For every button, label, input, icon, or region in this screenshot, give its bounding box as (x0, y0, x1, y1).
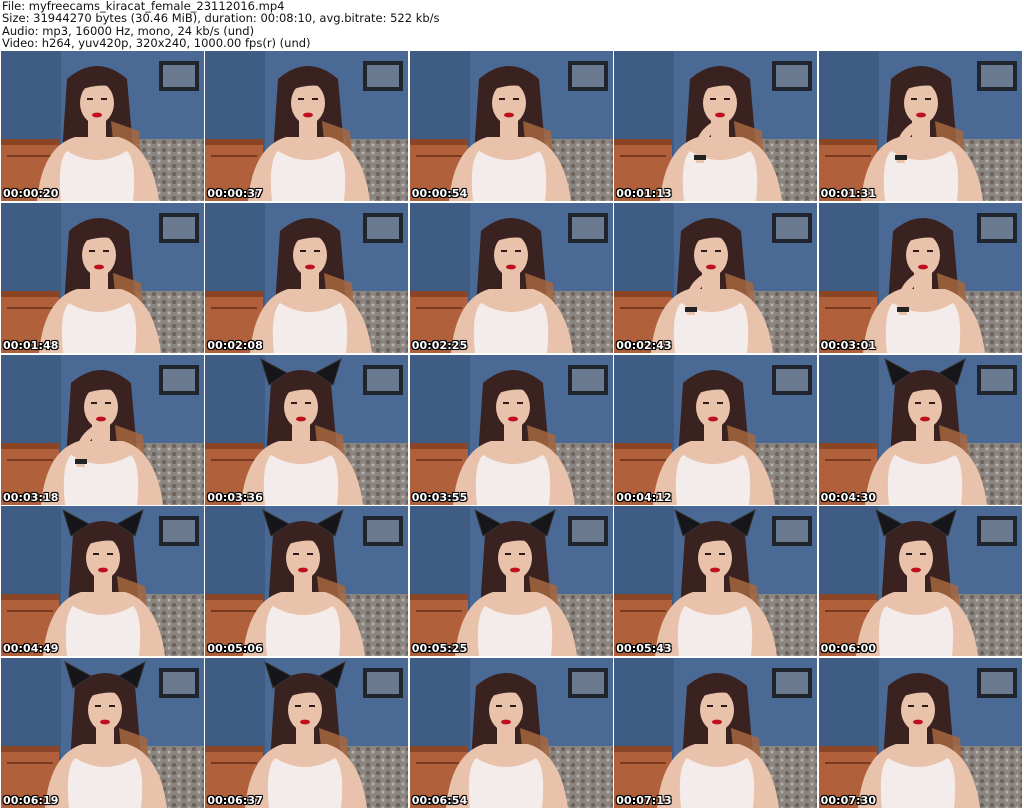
video-thumbnail: 00:01:13 (614, 51, 818, 201)
thumbnail-frame-image (1, 51, 204, 201)
thumbnail-frame-image (1, 506, 204, 657)
video-thumbnail: 00:00:37 (205, 51, 409, 201)
thumbnail-timestamp: 00:04:49 (3, 642, 59, 656)
thumbnail-timestamp: 00:03:18 (3, 490, 59, 504)
thumbnail-timestamp: 00:03:36 (207, 490, 263, 504)
video-thumbnail: 00:02:25 (409, 202, 613, 353)
thumbnail-timestamp: 00:05:43 (616, 642, 672, 656)
thumbnail-timestamp: 00:02:43 (616, 338, 672, 352)
video-thumbnail: 00:00:20 (1, 51, 204, 201)
video-thumbnail: 00:03:36 (205, 354, 409, 505)
video-info-line: Video: h264, yuv420p, 320x240, 1000.00 f… (2, 36, 311, 51)
thumbnail-frame-image (1, 202, 204, 353)
video-thumbnail: 00:07:30 (818, 658, 1022, 809)
thumbnail-frame-image (409, 202, 613, 353)
thumbnail-frame-image (409, 354, 613, 505)
thumbnail-timestamp: 00:00:20 (3, 187, 59, 200)
thumbnail-frame-image (205, 354, 409, 505)
thumbnail-frame-image (818, 354, 1022, 505)
video-thumbnail: 00:07:13 (614, 658, 818, 809)
thumbnail-timestamp: 00:07:30 (820, 794, 877, 808)
thumbnail-timestamp: 00:03:01 (820, 338, 877, 352)
thumbnail-frame-image (614, 354, 818, 505)
video-thumbnail: 00:05:25 (409, 506, 613, 657)
thumbnail-frame-image (205, 506, 409, 657)
video-thumbnail: 00:06:19 (1, 658, 204, 809)
thumbnail-timestamp: 00:06:00 (820, 642, 877, 656)
video-thumbnail: 00:05:06 (205, 506, 409, 657)
video-thumbnail: 00:01:48 (1, 202, 204, 353)
video-thumbnail: 00:04:12 (614, 354, 818, 505)
video-info-header: File: myfreecams_kiracat_female_23112016… (2, 0, 1022, 50)
thumbnail-timestamp: 00:00:37 (207, 187, 263, 200)
thumbnail-timestamp: 00:05:25 (411, 642, 468, 656)
video-thumbnail: 00:02:43 (614, 202, 818, 353)
thumbnail-frame-image (409, 51, 613, 201)
video-thumbnail: 00:06:37 (205, 658, 409, 809)
thumbnail-timestamp: 00:05:06 (207, 642, 263, 656)
thumbnail-timestamp: 00:01:48 (3, 338, 59, 352)
video-thumbnail: 00:00:54 (409, 51, 613, 201)
thumbnail-frame-image (205, 51, 409, 201)
thumbnail-frame-image (1, 658, 204, 809)
file-size-line: Size: 31944270 bytes (30.46 MiB), durati… (2, 11, 440, 26)
video-thumbnail: 00:02:08 (205, 202, 409, 353)
thumbnail-timestamp: 00:02:25 (411, 338, 468, 352)
thumbnail-frame-image (409, 658, 613, 809)
video-thumbnail: 00:06:00 (818, 506, 1022, 657)
thumbnail-timestamp: 00:04:30 (820, 490, 877, 504)
thumbnail-timestamp: 00:02:08 (207, 338, 263, 352)
thumbnail-timestamp: 00:06:54 (411, 794, 468, 808)
video-thumbnail: 00:04:30 (818, 354, 1022, 505)
thumbnail-frame-image (409, 506, 613, 657)
thumbnail-frame-image (1, 354, 204, 505)
thumbnail-timestamp: 00:00:54 (411, 187, 468, 200)
thumbnail-frame-image (205, 658, 409, 809)
thumbnail-timestamp: 00:01:13 (616, 187, 672, 200)
thumbnail-timestamp: 00:06:37 (207, 794, 263, 808)
thumbnail-frame-image (614, 658, 818, 809)
video-thumbnail: 00:05:43 (614, 506, 818, 657)
thumbnail-grid: 00:00:20 00:00:37 00:00:54 00:01:13 00:01:31… (1, 51, 1023, 810)
thumbnail-timestamp: 00:04:12 (616, 490, 672, 504)
video-thumbnail: 00:03:01 (818, 202, 1022, 353)
video-thumbnail: 00:03:18 (1, 354, 204, 505)
video-thumbnail: 00:03:55 (409, 354, 613, 505)
thumbnail-frame-image (818, 202, 1022, 353)
video-thumbnail: 00:01:31 (818, 51, 1022, 201)
thumbnail-frame-image (205, 202, 409, 353)
thumbnail-frame-image (818, 506, 1022, 657)
thumbnail-frame-image (614, 51, 818, 201)
thumbnail-timestamp: 00:01:31 (820, 187, 877, 200)
video-thumbnail: 00:04:49 (1, 506, 204, 657)
thumbnail-timestamp: 00:07:13 (616, 794, 672, 808)
video-thumbnail: 00:06:54 (409, 658, 613, 809)
thumbnail-frame-image (614, 202, 818, 353)
thumbnail-timestamp: 00:06:19 (3, 794, 59, 808)
thumbnail-frame-image (614, 506, 818, 657)
thumbnail-frame-image (818, 658, 1022, 809)
thumbnail-frame-image (818, 51, 1022, 201)
thumbnail-timestamp: 00:03:55 (411, 490, 468, 504)
